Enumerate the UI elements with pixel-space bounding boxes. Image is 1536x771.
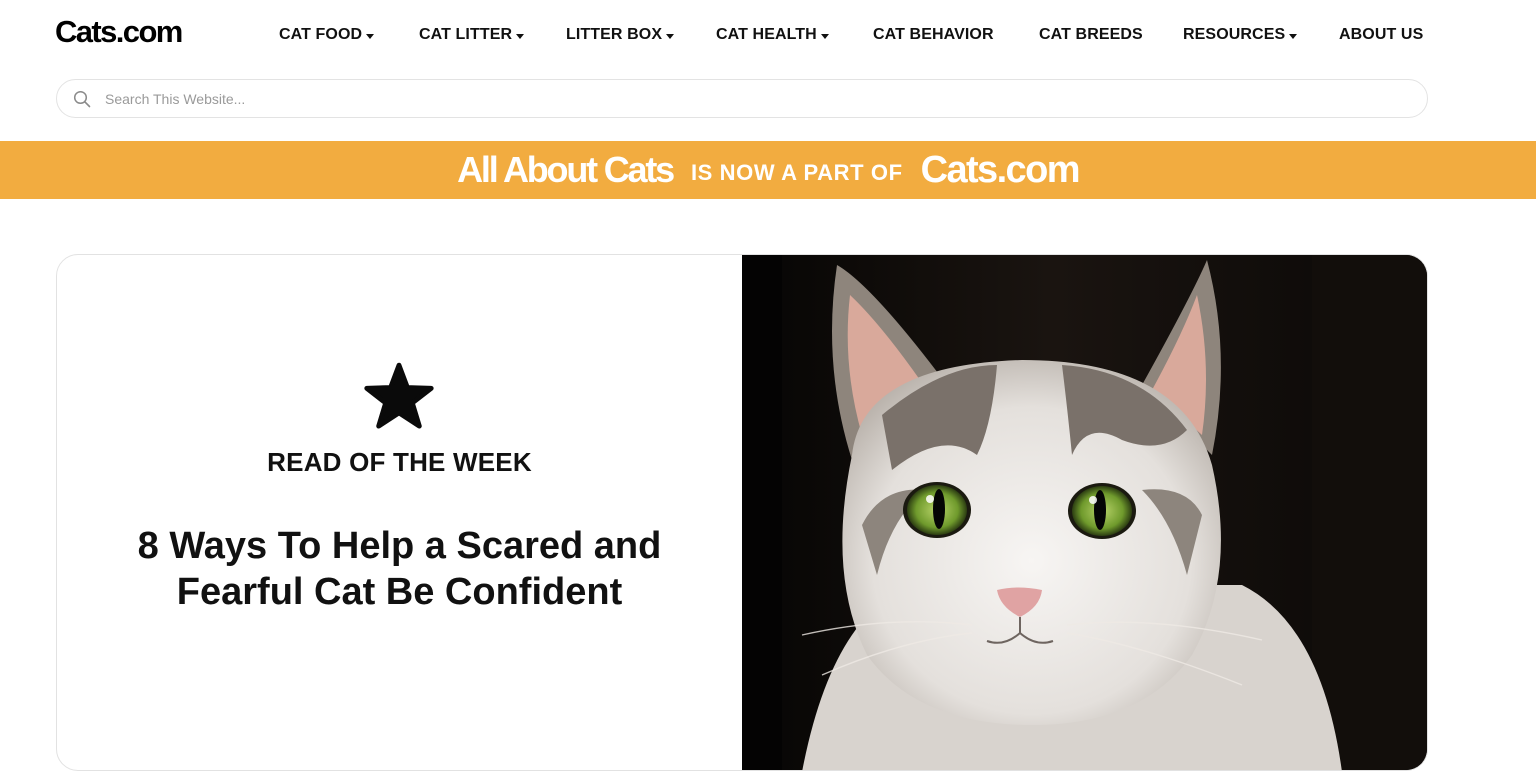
cat-photo[interactable] [742,255,1427,770]
nav-cat-food[interactable]: CAT FOOD [279,22,375,48]
banner-text: IS NOW A PART OF [690,160,903,185]
nav-about-us[interactable]: ABOUT US [1339,22,1423,48]
search-input[interactable] [105,80,1405,117]
merger-banner: All About Cats IS NOW A PART OF Cats.com [0,141,1536,199]
nav-label: RESOURCES [1183,26,1286,43]
cat-illustration [742,255,1427,770]
nav-label: CAT HEALTH [716,26,817,43]
featured-article-text: READ OF THE WEEK 8 Ways To Help a Scared… [57,255,742,770]
nav-cat-health[interactable]: CAT HEALTH [716,22,829,48]
nav-litter-box[interactable]: LITTER BOX [566,22,675,48]
caret-down-icon [666,33,675,39]
banner-new-brand: Cats.com [920,148,1081,191]
nav-cat-litter[interactable]: CAT LITTER [419,22,525,48]
nav-label: LITTER BOX [566,26,663,43]
caret-down-icon [366,33,375,39]
nav-label: CAT BEHAVIOR [873,26,994,43]
banner-old-brand: All About Cats [457,149,675,190]
nav-label: CAT LITTER [419,26,513,43]
search-bar [56,79,1428,118]
caret-down-icon [1289,33,1298,39]
nav-label: CAT BREEDS [1039,26,1143,43]
nav-label: CAT FOOD [279,26,363,43]
caret-down-icon [820,33,829,39]
nav-cat-behavior[interactable]: CAT BEHAVIOR [873,22,994,48]
nav-cat-breeds[interactable]: CAT BREEDS [1039,22,1143,48]
featured-article-card[interactable]: READ OF THE WEEK 8 Ways To Help a Scared… [56,254,1428,771]
read-of-the-week-label: READ OF THE WEEK [267,447,532,477]
featured-article-title[interactable]: 8 Ways To Help a Scared and Fearful Cat … [117,523,682,615]
search-icon[interactable] [73,90,91,108]
main-nav: CAT FOOD CAT LITTER LITTER BOX CAT HEALT… [0,22,1536,48]
page: Cats.com CAT FOOD CAT LITTER LITTER BOX … [0,0,1536,771]
caret-down-icon [516,33,525,39]
nav-label: ABOUT US [1339,26,1424,43]
star-icon [364,362,434,429]
nav-resources[interactable]: RESOURCES [1183,22,1298,48]
